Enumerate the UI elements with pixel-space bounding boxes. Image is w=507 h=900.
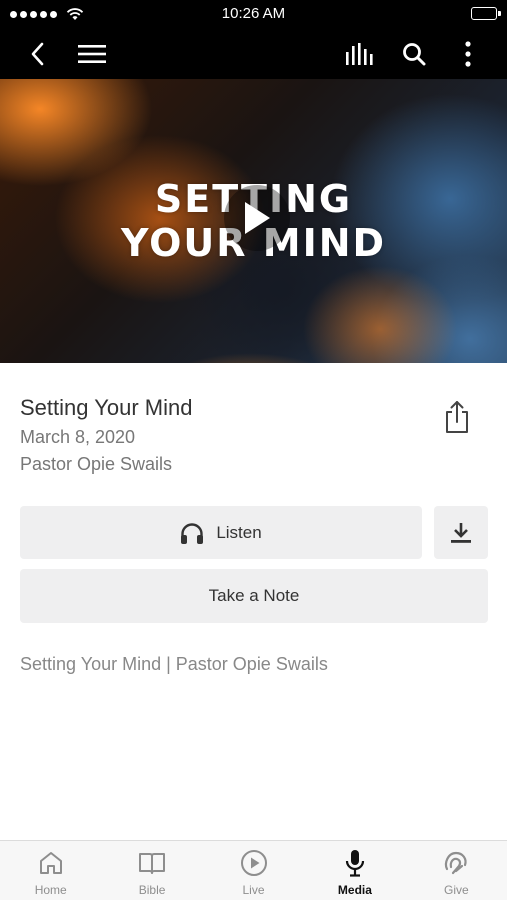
download-icon <box>451 522 471 543</box>
listen-label: Listen <box>216 522 262 542</box>
home-icon <box>39 852 62 874</box>
tab-bible[interactable]: Bible <box>101 841 202 900</box>
back-button[interactable] <box>22 38 54 70</box>
take-a-note-label: Take a Note <box>208 586 300 605</box>
microphone-icon <box>345 850 365 877</box>
download-button[interactable] <box>434 506 488 559</box>
top-nav-bar <box>0 28 507 79</box>
tab-media[interactable]: Media <box>304 841 405 900</box>
give-icon <box>445 851 467 875</box>
tab-home[interactable]: Home <box>0 841 101 900</box>
vertical-dots-icon <box>465 41 471 67</box>
headphones-icon <box>181 522 204 544</box>
search-button[interactable] <box>398 38 430 70</box>
status-bar: 10:26 AM <box>0 0 507 28</box>
tab-give-label: Give <box>443 883 469 897</box>
sermon-video-thumbnail[interactable]: SETTING YOUR MIND <box>0 79 507 363</box>
tab-live-label: Live <box>242 883 265 897</box>
equalizer-icon <box>346 43 373 65</box>
tab-home-label: Home <box>34 883 67 897</box>
tab-media-label: Media <box>337 883 372 897</box>
listen-button[interactable]: Listen <box>20 506 422 559</box>
book-icon <box>139 853 166 874</box>
play-circle-icon <box>240 850 267 876</box>
share-icon <box>446 401 468 433</box>
tab-bible-label: Bible <box>138 883 166 897</box>
sermon-title: Setting Your Mind <box>20 395 193 420</box>
status-time: 10:26 AM <box>221 5 286 22</box>
search-icon <box>403 43 426 66</box>
play-icon <box>245 202 270 234</box>
sermon-speaker: Pastor Opie Swails <box>20 454 173 474</box>
more-button[interactable] <box>452 38 484 70</box>
hamburger-icon <box>78 45 106 63</box>
tab-give[interactable]: Give <box>406 841 507 900</box>
chevron-left-icon <box>31 42 44 66</box>
bottom-tab-bar: Home Bible Live Media Give <box>0 840 507 900</box>
sermon-date: March 8, 2020 <box>20 427 136 447</box>
battery-icon <box>471 7 501 20</box>
audio-button[interactable] <box>344 38 376 70</box>
tab-live[interactable]: Live <box>203 841 304 900</box>
menu-button[interactable] <box>76 38 108 70</box>
sermon-description: Setting Your Mind | Pastor Opie Swails <box>20 654 328 674</box>
share-button[interactable] <box>440 398 474 436</box>
play-button[interactable] <box>224 185 290 251</box>
take-a-note-button[interactable]: Take a Note <box>20 569 488 623</box>
